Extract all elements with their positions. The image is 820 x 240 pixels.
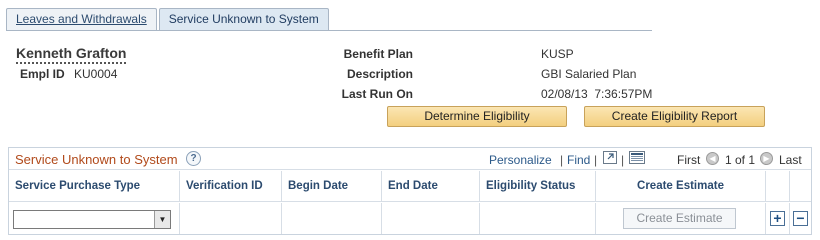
service-purchase-type-cell: ▼ <box>9 203 180 234</box>
grid-title-bar: Service Unknown to System ? Personalize … <box>9 148 811 170</box>
column-header-verification-id[interactable]: Verification ID <box>180 171 282 202</box>
create-estimate-cell: Create Estimate <box>596 203 766 234</box>
column-header-end-date[interactable]: End Date <box>382 171 480 202</box>
table-row: ▼ Create Estimate + − <box>9 203 811 234</box>
tab-service-unknown-to-system[interactable]: Service Unknown to System <box>158 8 329 31</box>
column-header-begin-date[interactable]: Begin Date <box>282 171 382 202</box>
separator: | <box>594 153 598 167</box>
benefit-plan-value: KUSP <box>541 47 574 61</box>
tab-label: Service Unknown to System <box>168 12 319 26</box>
add-row-cell: + <box>766 203 790 234</box>
download-icon[interactable] <box>629 151 645 164</box>
next-icon[interactable]: ▶ <box>760 152 773 165</box>
tab-divider <box>6 30 652 31</box>
last-label: Last <box>779 153 802 167</box>
previous-icon[interactable]: ◀ <box>706 152 719 165</box>
determine-eligibility-button[interactable]: Determine Eligibility <box>387 106 567 127</box>
range-label: 1 of 1 <box>725 153 756 167</box>
view-all-icon[interactable] <box>603 151 617 164</box>
service-unknown-grid: Service Unknown to System ? Personalize … <box>8 147 812 235</box>
description-label: Description <box>346 67 413 81</box>
column-header-create-estimate: Create Estimate <box>596 171 766 202</box>
end-date-cell <box>382 203 480 234</box>
delete-row-icon[interactable]: − <box>793 211 808 226</box>
add-row-icon[interactable]: + <box>770 211 785 226</box>
tab-bar: Leaves and Withdrawals Service Unknown t… <box>6 8 331 31</box>
first-label: First <box>677 153 701 167</box>
last-run-value: 02/08/13 7:36:57PM <box>541 87 653 101</box>
begin-date-cell <box>282 203 382 234</box>
chevron-down-icon[interactable]: ▼ <box>154 211 170 228</box>
separator: | <box>560 153 564 167</box>
empl-id: Empl ID KU0004 <box>20 67 117 81</box>
create-eligibility-report-button[interactable]: Create Eligibility Report <box>584 106 765 127</box>
find-link[interactable]: Find <box>567 153 590 167</box>
tab-leaves-and-withdrawals[interactable]: Leaves and Withdrawals <box>6 8 157 30</box>
service-purchase-type-select[interactable]: ▼ <box>13 210 171 229</box>
help-icon[interactable]: ? <box>186 151 201 166</box>
employee-name[interactable]: Kenneth Grafton <box>16 45 127 64</box>
empl-id-label: Empl ID <box>20 67 65 81</box>
eligibility-status-cell <box>480 203 596 234</box>
column-header-eligibility-status[interactable]: Eligibility Status <box>480 171 596 202</box>
grid-header-row: Service Purchase Type Verification ID Be… <box>9 171 811 202</box>
create-estimate-button: Create Estimate <box>623 208 736 229</box>
column-header-blank <box>766 171 790 202</box>
grid-title: Service Unknown to System <box>15 152 178 167</box>
tab-label: Leaves and Withdrawals <box>16 12 147 26</box>
personalize-link[interactable]: Personalize <box>489 153 552 167</box>
column-header-service-purchase-type[interactable]: Service Purchase Type <box>9 171 180 202</box>
last-run-label: Last Run On <box>341 87 413 101</box>
delete-row-cell: − <box>790 203 811 234</box>
separator: | <box>621 153 625 167</box>
verification-id-cell <box>180 203 282 234</box>
empl-id-value: KU0004 <box>74 67 118 81</box>
column-header-blank <box>790 171 811 202</box>
description-value: GBI Salaried Plan <box>541 67 637 81</box>
benefit-plan-label: Benefit Plan <box>343 47 413 61</box>
